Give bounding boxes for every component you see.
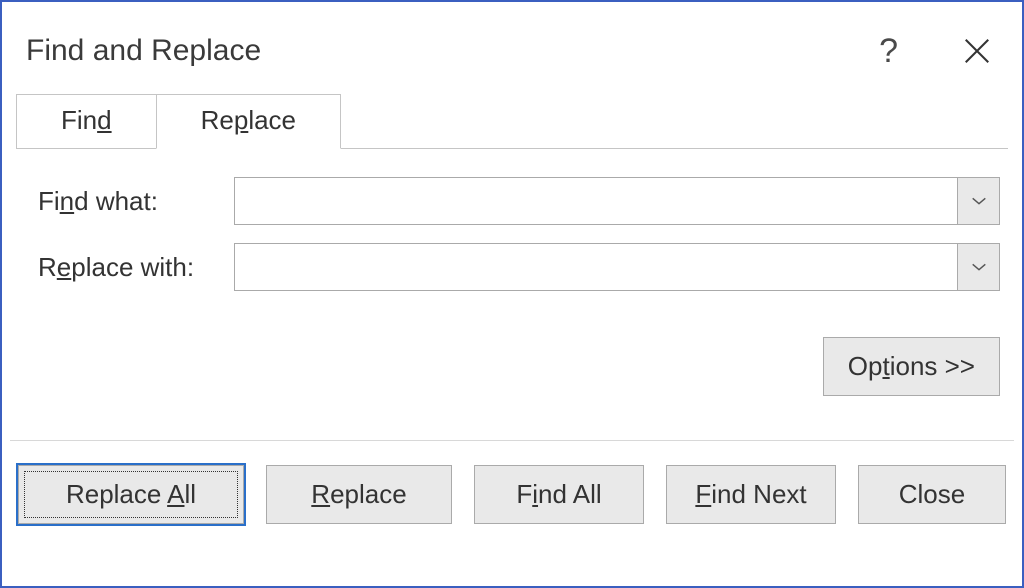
tab-find[interactable]: Find — [16, 94, 156, 149]
close-button[interactable]: Close — [858, 465, 1006, 524]
tab-area: Find Replace Find what: — [2, 84, 1022, 426]
replace-with-row: Replace with: — [38, 243, 1000, 291]
find-what-row: Find what: — [38, 177, 1000, 225]
options-button[interactable]: Options >> — [823, 337, 1000, 396]
replace-button[interactable]: Replace — [266, 465, 452, 524]
tab-replace-label-pre: Re — [201, 105, 234, 135]
find-all-button[interactable]: Find All — [474, 465, 644, 524]
help-icon[interactable]: ? — [879, 32, 898, 71]
find-what-dropdown[interactable] — [957, 178, 999, 224]
tab-content: Find what: Replace with: — [16, 149, 1008, 426]
find-next-button[interactable]: Find Next — [666, 465, 836, 524]
replace-with-label: Replace with: — [38, 252, 234, 283]
button-row: Replace All Replace Find All Find Next C… — [2, 441, 1022, 542]
replace-all-button[interactable]: Replace All — [18, 465, 244, 524]
find-what-input-wrap — [234, 177, 1000, 225]
replace-with-input[interactable] — [235, 244, 957, 290]
tab-replace[interactable]: Replace — [156, 94, 341, 149]
find-what-input[interactable] — [235, 178, 957, 224]
tab-find-label-u: d — [97, 105, 111, 135]
chevron-down-icon — [970, 195, 988, 207]
chevron-down-icon — [970, 261, 988, 273]
replace-with-dropdown[interactable] — [957, 244, 999, 290]
find-what-label: Find what: — [38, 186, 234, 217]
close-icon[interactable] — [956, 30, 998, 72]
options-row: Options >> — [38, 309, 1000, 406]
replace-with-input-wrap — [234, 243, 1000, 291]
titlebar: Find and Replace ? — [2, 2, 1022, 84]
tabs: Find Replace — [16, 94, 1008, 149]
dialog-title: Find and Replace — [26, 34, 879, 68]
tab-replace-label-post: lace — [248, 105, 296, 135]
tab-content-border: Find what: Replace with: — [16, 148, 1008, 426]
tab-replace-label-u: p — [234, 105, 248, 135]
tab-find-label-pre: Fin — [61, 105, 97, 135]
find-replace-dialog: Find and Replace ? Find Replace Find wha… — [0, 0, 1024, 588]
